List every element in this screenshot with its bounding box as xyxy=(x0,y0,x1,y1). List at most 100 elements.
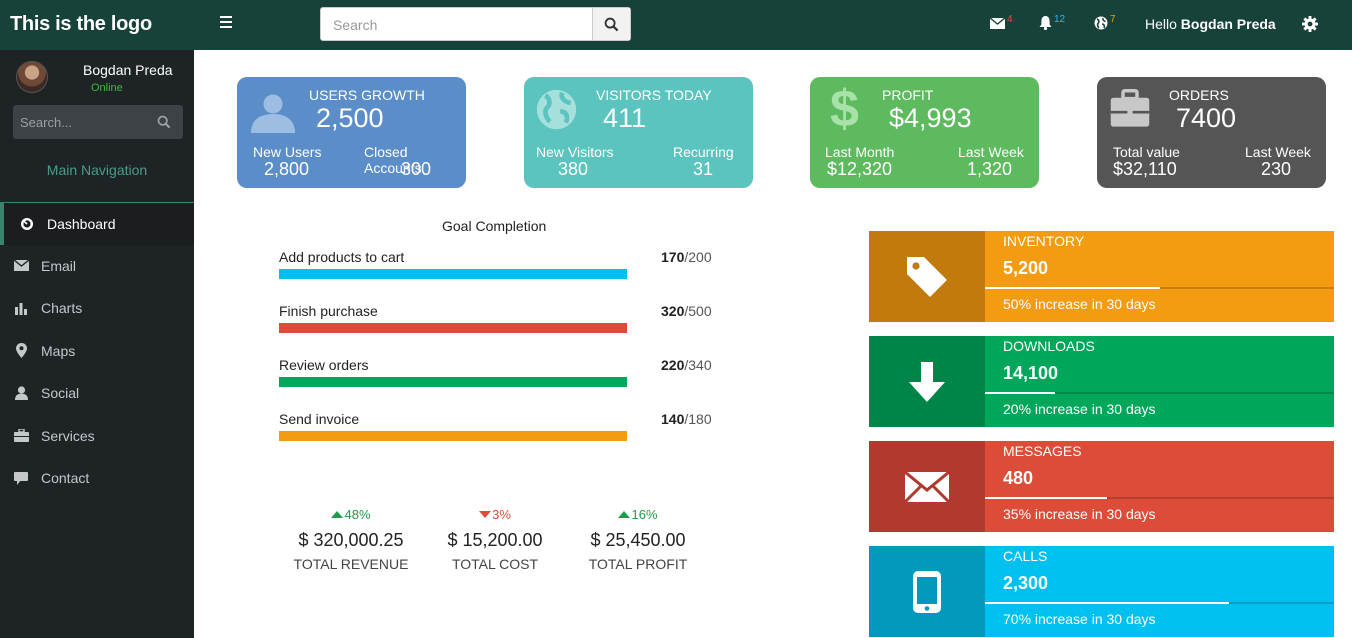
top-search-input[interactable]: Search xyxy=(320,7,631,41)
sidebar-item-email[interactable]: Email xyxy=(0,245,194,288)
sidebar-item-contact[interactable]: Contact xyxy=(0,457,194,500)
logo[interactable]: This is the logo xyxy=(0,0,194,50)
goal-count: 140/180 xyxy=(661,411,712,427)
kpi-change-value: 3% xyxy=(492,507,511,522)
goal-count: 320/500 xyxy=(661,303,712,319)
card-sub-value: 380 xyxy=(558,159,589,179)
info-box-progress-fill xyxy=(985,497,1108,499)
search-button[interactable] xyxy=(592,8,630,40)
card-sub-label: New Visitors xyxy=(536,144,614,160)
sidebar-search-input[interactable]: Search... xyxy=(13,105,183,139)
sidebar-item-label: Contact xyxy=(41,470,90,487)
bell-icon xyxy=(1039,16,1052,30)
calls-box[interactable]: CALLS 2,300 70% increase in 30 days xyxy=(869,546,1334,637)
envelope-icon xyxy=(12,258,30,274)
card-title: PROFIT xyxy=(882,87,934,103)
card-title: VISITORS TODAY xyxy=(596,87,712,103)
alerts-notification[interactable]: 12 xyxy=(1039,14,1065,34)
menu-toggle-icon[interactable] xyxy=(220,16,232,30)
info-box-value: 2,300 xyxy=(1003,573,1049,593)
sidebar-item-dashboard[interactable]: Dashboard xyxy=(0,202,194,245)
goal-count: 220/340 xyxy=(661,357,712,373)
card-sub-label: Last Month xyxy=(825,144,895,160)
total-revenue-kpi: 48% $ 320,000.25 TOTAL REVENUE xyxy=(276,507,426,572)
goal-done: 220 xyxy=(661,357,685,373)
user-icon xyxy=(251,94,295,133)
goal-total: /180 xyxy=(684,411,712,427)
card-sub-value: 300 xyxy=(401,159,432,179)
goal-total: /200 xyxy=(684,249,712,265)
kpi-change: 48% xyxy=(276,507,426,525)
total-profit-kpi: 16% $ 25,450.00 TOTAL PROFIT xyxy=(563,507,713,572)
kpi-value: $ 320,000.25 xyxy=(298,530,404,550)
card-value: 7400 xyxy=(1176,103,1237,133)
greeting-name: Bogdan Preda xyxy=(1180,16,1276,32)
info-box-progress-fill xyxy=(985,392,1055,394)
user-name: Bogdan Preda xyxy=(83,62,173,78)
goal-completion-title: Goal Completion xyxy=(442,218,547,234)
users-growth-card[interactable]: USERS GROWTH 2,500 New Users 2,800 Close… xyxy=(237,77,466,188)
sidebar: This is the logo Bogdan Preda Online Sea… xyxy=(0,0,194,638)
caret-up-icon xyxy=(618,511,631,518)
dollar-icon: $ xyxy=(830,80,859,138)
messages-box[interactable]: MESSAGES 480 35% increase in 30 days xyxy=(869,441,1334,532)
gear-icon[interactable] xyxy=(1302,16,1318,32)
goal-label: Finish purchase xyxy=(279,303,378,319)
sidebar-item-services[interactable]: Services xyxy=(0,415,194,458)
total-cost-kpi: 3% $ 15,200.00 TOTAL COST xyxy=(420,507,570,572)
search-icon[interactable] xyxy=(157,115,171,129)
sidebar-item-social[interactable]: Social xyxy=(0,372,194,415)
bar-chart-icon xyxy=(12,300,30,316)
card-sub-label: Last Week xyxy=(958,144,1024,160)
info-box-description: 20% increase in 30 days xyxy=(1003,401,1156,417)
sidebar-item-charts[interactable]: Charts xyxy=(0,287,194,330)
goal-label: Send invoice xyxy=(279,411,360,427)
sidebar-item-maps[interactable]: Maps xyxy=(0,330,194,373)
mail-count-badge: 4 xyxy=(1007,14,1013,25)
caret-down-icon xyxy=(479,511,492,518)
messages-notification[interactable]: 4 xyxy=(990,14,1013,34)
goal-progress-bar xyxy=(279,377,627,387)
info-box-title: INVENTORY xyxy=(1003,233,1085,249)
goal-done: 140 xyxy=(661,411,685,427)
kpi-label: TOTAL REVENUE xyxy=(293,556,409,572)
map-marker-icon xyxy=(12,343,30,359)
sidebar-item-label: Maps xyxy=(41,342,76,359)
goal-done: 170 xyxy=(661,249,685,265)
card-sub-value: 2,800 xyxy=(264,159,310,179)
downloads-box[interactable]: DOWNLOADS 14,100 20% increase in 30 days xyxy=(869,336,1334,427)
caret-up-icon xyxy=(331,511,344,518)
download-icon xyxy=(909,361,945,402)
info-box-progress-fill xyxy=(985,287,1160,289)
info-box-progress xyxy=(985,287,1334,289)
card-sub-label: New Users xyxy=(253,144,322,160)
info-box-progress xyxy=(985,392,1334,394)
goal-progress-fill xyxy=(279,431,627,441)
sidebar-search-placeholder: Search... xyxy=(20,115,73,130)
goal-label: Review orders xyxy=(279,357,369,373)
goal-progress-fill xyxy=(279,269,627,279)
goal-progress-fill xyxy=(279,377,627,387)
sidebar-item-label: Charts xyxy=(41,300,83,317)
goal-item: Add products to cart 170/200 xyxy=(279,249,719,289)
info-box-value: 480 xyxy=(1003,468,1034,488)
kpi-change: 16% xyxy=(563,507,713,525)
info-box-description: 35% increase in 30 days xyxy=(1003,506,1156,522)
goal-progress-bar xyxy=(279,323,627,333)
visitors-today-card[interactable]: VISITORS TODAY 411 New Visitors 380 Recu… xyxy=(524,77,753,188)
avatar[interactable] xyxy=(16,61,48,93)
downloads-icon-panel xyxy=(869,336,985,427)
orders-card[interactable]: ORDERS 7400 Total value $32,110 Last Wee… xyxy=(1097,77,1326,188)
info-box-title: MESSAGES xyxy=(1003,443,1082,459)
card-title: ORDERS xyxy=(1169,87,1229,103)
inventory-box[interactable]: INVENTORY 5,200 50% increase in 30 days xyxy=(869,231,1334,322)
sidebar-item-label: Dashboard xyxy=(47,215,116,232)
user-greeting[interactable]: Hello Bogdan Preda xyxy=(1145,16,1276,32)
profit-card[interactable]: $ PROFIT $4,993 Last Month $12,320 Last … xyxy=(810,77,1039,188)
globe-notification[interactable]: 7 xyxy=(1094,14,1116,34)
search-icon xyxy=(604,17,619,31)
card-sub-value: 31 xyxy=(693,159,714,179)
info-box-description: 70% increase in 30 days xyxy=(1003,611,1156,627)
card-sub-label: Total value xyxy=(1113,144,1180,160)
info-box-progress-fill xyxy=(985,602,1230,604)
